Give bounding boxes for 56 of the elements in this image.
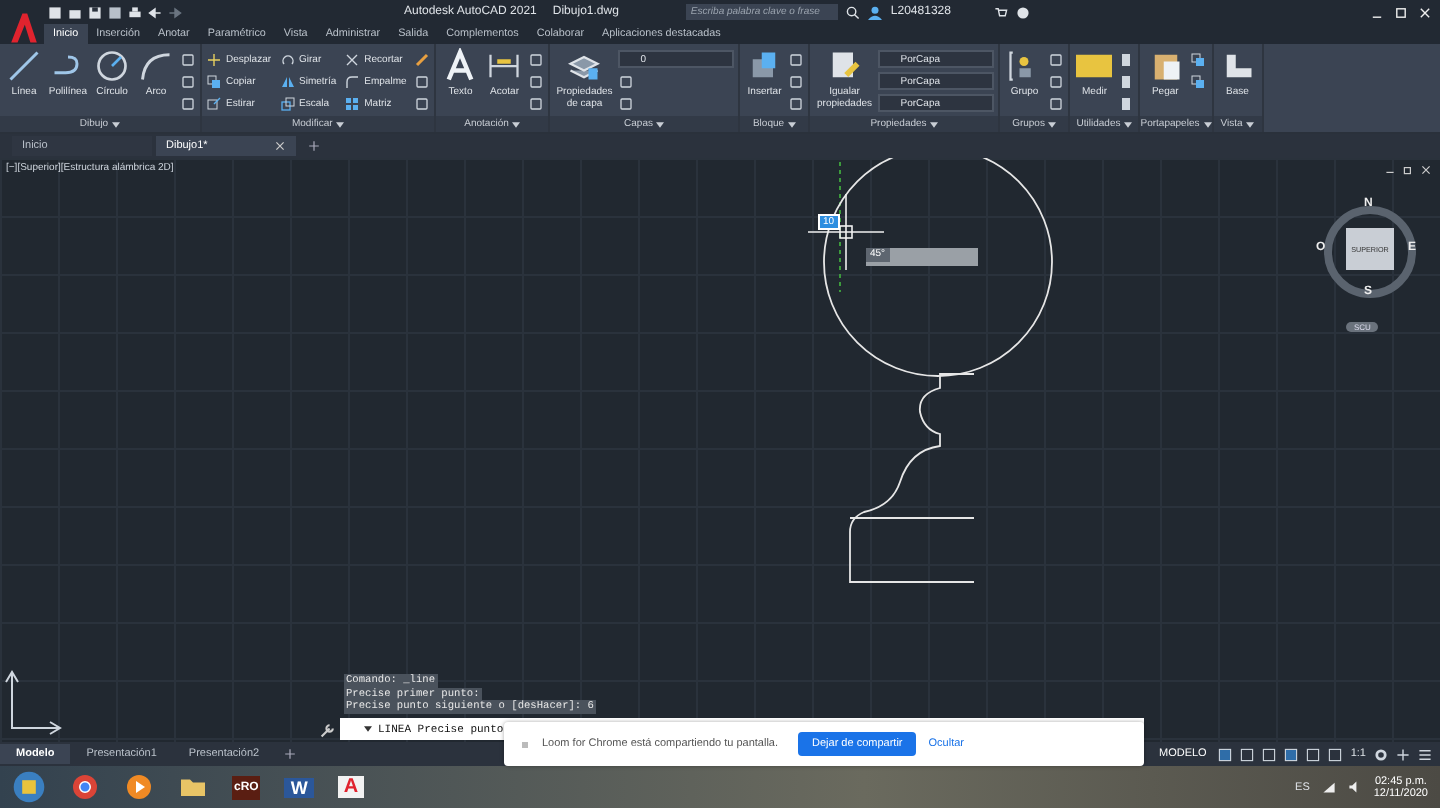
rotate-icon [279,51,296,67]
caret-icon[interactable] [656,121,665,127]
line-icon [6,48,42,84]
arc-icon [138,48,174,84]
move-arrows-icon [206,51,222,67]
circle-icon [94,48,130,84]
eraser-icon [414,51,431,67]
curve-icon [344,73,361,89]
close-icon[interactable] [1420,164,1432,176]
speaker-icon[interactable] [1347,780,1362,794]
caret-icon[interactable] [364,726,372,732]
close-icon[interactable] [274,140,286,152]
copy-icon [206,73,222,89]
restore-icon[interactable] [1402,164,1414,176]
help-icon[interactable] [1016,5,1031,19]
mirror-icon [279,73,296,89]
caret-icon[interactable] [336,121,345,127]
menu-icon[interactable] [1418,747,1432,761]
add-tab-icon[interactable] [308,140,320,152]
caret-icon[interactable] [788,121,797,127]
plus-icon[interactable] [1396,747,1410,761]
save-icon[interactable] [88,5,102,19]
caret-icon[interactable] [1246,121,1255,127]
wrench-icon[interactable] [320,721,336,737]
maximize-icon[interactable] [1394,5,1408,19]
network-icon[interactable] [1321,780,1336,794]
profile-shape[interactable] [849,373,975,583]
caret-icon[interactable] [512,121,521,127]
printer-icon[interactable] [128,5,142,19]
cart-icon[interactable] [994,5,1009,19]
caret-icon[interactable] [1203,121,1212,127]
folder-icon[interactable] [68,5,82,19]
scale-icon [279,95,296,111]
add-layout-icon[interactable] [283,748,296,760]
search-icon[interactable] [846,5,861,19]
gear-icon[interactable] [1374,747,1388,761]
caret-icon[interactable] [930,121,939,127]
user-icon[interactable] [868,5,883,19]
ucs-icon [5,670,62,735]
media-player-icon[interactable] [124,772,154,802]
undo-icon[interactable] [148,5,162,19]
tracking-line [839,161,841,293]
redo-icon[interactable] [168,5,182,19]
scissors-icon [344,51,361,67]
cad-app-icon[interactable]: A [337,776,365,798]
browser-icon[interactable] [70,772,100,802]
caret-icon[interactable] [1048,121,1057,127]
letter-icon [442,48,479,84]
start-button[interactable] [12,770,46,804]
caret-icon[interactable] [112,121,121,127]
crosshair-cursor [807,193,885,271]
grid-icon [344,95,361,111]
stretch-icon [206,95,222,111]
file-icon[interactable] [48,5,62,19]
word-app-icon[interactable]: W [284,777,314,797]
caret-icon[interactable] [1124,121,1133,127]
